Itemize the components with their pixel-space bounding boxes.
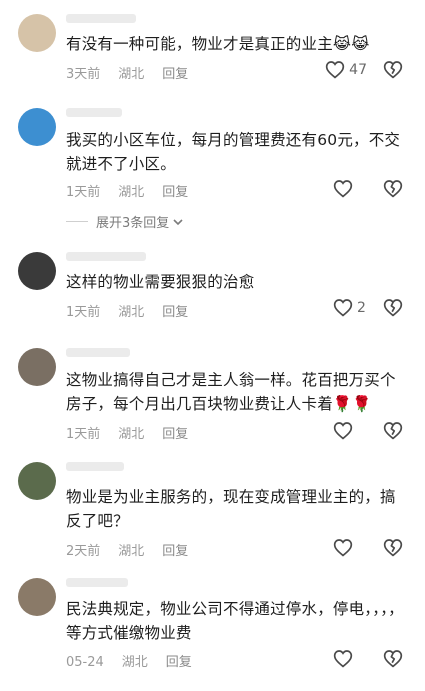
like-count: 2 bbox=[357, 299, 366, 316]
dislike-button[interactable] bbox=[383, 179, 403, 198]
username-blurred[interactable] bbox=[66, 252, 146, 261]
comment-text: 这物业搞得自己才是主人翁一样。花百把万买个房子，每个月出几百块物业费让人卡着🌹🌹 bbox=[66, 371, 396, 413]
like-button[interactable] bbox=[333, 421, 367, 440]
like-button[interactable] bbox=[333, 538, 367, 557]
emoji: 🌹🌹 bbox=[332, 395, 372, 413]
expand-replies-label: 展开3条回复 bbox=[96, 216, 170, 231]
comment-meta: 2天前 湖北 回复 bbox=[66, 540, 206, 559]
like-button[interactable]: 47 bbox=[325, 60, 367, 79]
chevron-down-icon bbox=[173, 218, 183, 225]
like-button[interactable]: 2 bbox=[333, 298, 367, 317]
comment-meta: 3天前 湖北 回复 bbox=[66, 63, 206, 82]
username-blurred[interactable] bbox=[66, 462, 124, 471]
comment-time: 3天前 bbox=[66, 67, 101, 82]
heart-outline-icon bbox=[333, 539, 353, 557]
avatar[interactable] bbox=[18, 462, 56, 500]
like-count: 47 bbox=[349, 61, 367, 78]
avatar[interactable] bbox=[18, 108, 56, 146]
comment-list: 有没有一种可能，物业才是真正的业主😹😹 3天前 湖北 回复 47 我买的小区车位，每… bbox=[0, 0, 425, 691]
comment-location: 湖北 bbox=[118, 305, 145, 320]
heart-outline-icon bbox=[333, 180, 353, 198]
comment-text: 物业是为业主服务的，现在变成管理业主的，搞反了吧？ bbox=[66, 488, 396, 530]
broken-heart-icon bbox=[383, 650, 403, 668]
comment-location: 湖北 bbox=[121, 655, 148, 670]
comment-time: 1天前 bbox=[66, 427, 101, 442]
comment-location: 湖北 bbox=[118, 67, 145, 82]
comment-location: 湖北 bbox=[118, 185, 145, 200]
broken-heart-icon bbox=[383, 61, 403, 79]
avatar[interactable] bbox=[18, 252, 56, 290]
comment-text: 民法典规定，物业公司不得通过停水，停电，，，，等方式催缴物业费 bbox=[66, 600, 404, 642]
dislike-button[interactable] bbox=[383, 649, 403, 668]
comment-text: 这样的物业需要狠狠的治愈 bbox=[66, 273, 255, 291]
reply-button[interactable]: 回复 bbox=[162, 305, 188, 320]
reply-button[interactable]: 回复 bbox=[162, 427, 188, 442]
comment-meta: 05-24 湖北 回复 bbox=[66, 651, 210, 670]
comment-time: 2天前 bbox=[66, 544, 101, 559]
expand-replies-button[interactable]: 展开3条回复 bbox=[66, 212, 185, 231]
comment-meta: 1天前 湖北 回复 bbox=[66, 181, 206, 200]
reply-button[interactable]: 回复 bbox=[162, 185, 188, 200]
comment-text: 有没有一种可能，物业才是真正的业主😹😹 bbox=[66, 35, 370, 53]
broken-heart-icon bbox=[383, 180, 403, 198]
divider-line bbox=[66, 221, 88, 222]
reply-button[interactable]: 回复 bbox=[166, 655, 192, 670]
broken-heart-icon bbox=[383, 422, 403, 440]
username-blurred[interactable] bbox=[66, 348, 130, 357]
comment-time: 1天前 bbox=[66, 185, 101, 200]
broken-heart-icon bbox=[383, 539, 403, 557]
broken-heart-icon bbox=[383, 299, 403, 317]
comment-meta: 1天前 湖北 回复 bbox=[66, 301, 206, 320]
heart-outline-icon bbox=[333, 299, 353, 317]
comment-time: 05-24 bbox=[66, 655, 104, 670]
reply-button[interactable]: 回复 bbox=[162, 67, 188, 82]
like-button[interactable] bbox=[333, 179, 367, 198]
username-blurred[interactable] bbox=[66, 14, 136, 23]
like-button[interactable] bbox=[333, 649, 367, 668]
dislike-button[interactable] bbox=[383, 298, 403, 317]
comment-location: 湖北 bbox=[118, 427, 145, 442]
dislike-button[interactable] bbox=[383, 60, 403, 79]
comment-text: 我买的小区车位，每月的管理费还有60元，不交就进不了小区。 bbox=[66, 131, 401, 173]
username-blurred[interactable] bbox=[66, 108, 122, 117]
comment-time: 1天前 bbox=[66, 305, 101, 320]
avatar[interactable] bbox=[18, 578, 56, 616]
heart-outline-icon bbox=[333, 650, 353, 668]
dislike-button[interactable] bbox=[383, 538, 403, 557]
reply-button[interactable]: 回复 bbox=[162, 544, 188, 559]
heart-outline-icon bbox=[326, 61, 345, 79]
emoji: 😹😹 bbox=[332, 35, 370, 53]
comment-location: 湖北 bbox=[118, 544, 145, 559]
comment-meta: 1天前 湖北 回复 bbox=[66, 423, 206, 442]
heart-outline-icon bbox=[333, 422, 353, 440]
dislike-button[interactable] bbox=[383, 421, 403, 440]
avatar[interactable] bbox=[18, 348, 56, 386]
username-blurred[interactable] bbox=[66, 578, 128, 587]
avatar[interactable] bbox=[18, 14, 56, 52]
